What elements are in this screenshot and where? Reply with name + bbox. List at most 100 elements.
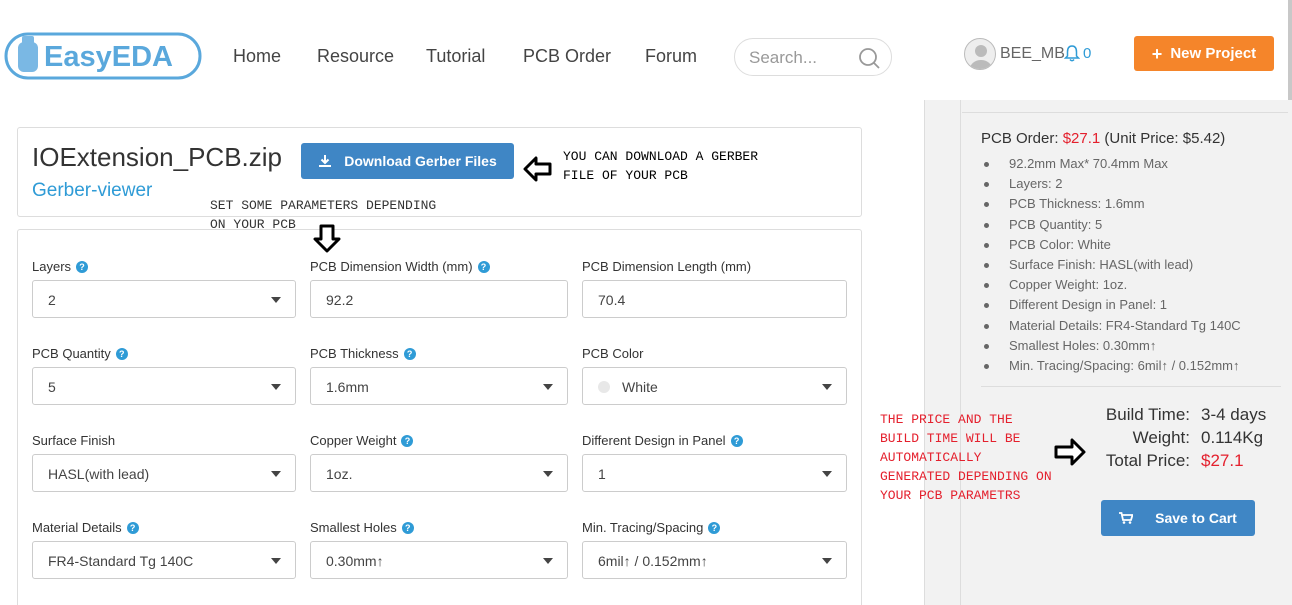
username[interactable]: BEE_MB (1000, 45, 1065, 63)
chevron-down-icon (822, 384, 832, 390)
pcb-quantity-select[interactable]: 5 (32, 367, 296, 405)
surface-finish-value: HASL(with lead) (48, 466, 150, 482)
pcb-thickness-value: 1.6mm (326, 379, 369, 395)
different-design-in-panel-label-text: Different Design in Panel (582, 433, 726, 448)
chevron-down-icon (543, 384, 553, 390)
annotation-price-line: AUTOMATICALLY (880, 450, 982, 465)
min-tracing-spacing-value: 6mil↑ / 0.152mm↑ (598, 553, 708, 569)
material-details-select[interactable]: FR4-Standard Tg 140C (32, 541, 296, 579)
min-tracing-spacing-label: Min. Tracing/Spacing? (582, 520, 721, 535)
download-icon (319, 155, 332, 167)
spec-item: Surface Finish: HASL(with lead) (981, 255, 1281, 275)
new-project-button[interactable]: + New Project (1134, 36, 1274, 71)
plus-icon: + (1151, 43, 1163, 64)
min-tracing-spacing-select[interactable]: 6mil↑ / 0.152mm↑ (582, 541, 847, 579)
avatar[interactable] (964, 38, 996, 70)
help-icon[interactable]: ? (115, 347, 128, 360)
weight-label: Weight: (1132, 428, 1190, 447)
chevron-down-icon (271, 471, 281, 477)
spec-item: Min. Tracing/Spacing: 6mil↑ / 0.152mm↑ (981, 356, 1281, 376)
spec-item: Material Details: FR4-Standard Tg 140C (981, 316, 1281, 336)
chevron-down-icon (543, 558, 553, 564)
pcb-quantity-label-text: PCB Quantity (32, 346, 111, 361)
copper-weight-select[interactable]: 1oz. (310, 454, 568, 492)
chevron-down-icon (271, 558, 281, 564)
order-price: $27.1 (1062, 130, 1101, 147)
spec-list: 92.2mm Max* 70.4mm Max Layers: 2 PCB Thick… (981, 154, 1281, 376)
smallest-holes-value: 0.30mm↑ (326, 553, 384, 569)
layers-select[interactable]: 2 (32, 280, 296, 318)
surface-finish-select[interactable]: HASL(with lead) (32, 454, 296, 492)
pcb-dimension-width-mm-input[interactable]: 92.2 (310, 280, 568, 318)
chevron-down-icon (822, 471, 832, 477)
help-icon[interactable]: ? (403, 347, 416, 360)
pcb-quantity-value: 5 (48, 379, 56, 395)
build-time-label: Build Time: (1105, 405, 1190, 424)
file-title: IOExtension_PCB.zip (32, 142, 283, 172)
build-time-value: 3-4 days (1201, 405, 1267, 424)
help-icon[interactable]: ? (730, 434, 743, 447)
pcb-dimension-length-mm-input[interactable]: 70.4 (582, 280, 847, 318)
help-icon[interactable]: ? (126, 521, 139, 534)
scrollbar[interactable] (1288, 0, 1292, 100)
pcb-thickness-label: PCB Thickness? (310, 346, 416, 361)
pcb-thickness-select[interactable]: 1.6mm (310, 367, 568, 405)
color-swatch (598, 381, 610, 393)
nav-home[interactable]: Home (233, 46, 281, 67)
spec-item: 92.2mm Max* 70.4mm Max (981, 154, 1281, 174)
easyeda-logo[interactable]: EasyEDA (4, 28, 204, 84)
annotation-params-line1: SET SOME PARAMETERS DEPENDING (210, 198, 437, 213)
notification-count[interactable]: 0 (1083, 45, 1091, 62)
different-design-in-panel-select[interactable]: 1 (582, 454, 847, 492)
save-to-cart-label: Save to Cart (1155, 510, 1237, 526)
gerber-viewer-link[interactable]: Gerber-viewer (32, 180, 152, 202)
nav-forum[interactable]: Forum (645, 46, 697, 67)
pcb-dimension-length-mm-value: 70.4 (598, 292, 626, 308)
help-icon[interactable]: ? (401, 434, 414, 447)
pcb-thickness-label-text: PCB Thickness (310, 346, 399, 361)
copper-weight-label: Copper Weight? (310, 433, 414, 448)
new-project-label: New Project (1170, 45, 1257, 62)
annotation-download-line2: FILE OF YOUR PCB (563, 168, 688, 183)
different-design-in-panel-label: Different Design in Panel? (582, 433, 743, 448)
nav-tutorial[interactable]: Tutorial (426, 46, 485, 67)
pcb-color-label-text: PCB Color (582, 346, 644, 361)
spec-item: PCB Color: White (981, 235, 1281, 255)
order-title: PCB Order: $27.1 (Unit Price: $5.42) (981, 130, 1226, 147)
different-design-in-panel-value: 1 (598, 466, 606, 482)
help-icon[interactable]: ? (76, 260, 89, 273)
arrow-down-icon (313, 224, 341, 253)
pcb-color-select[interactable]: White (582, 367, 847, 405)
spec-item: Copper Weight: 1oz. (981, 275, 1281, 295)
download-gerber-button[interactable]: Download Gerber Files (301, 143, 514, 179)
unit-price: (Unit Price: $5.42) (1104, 130, 1226, 147)
pcb-color-label: PCB Color (582, 346, 643, 361)
save-to-cart-button[interactable]: Save to Cart (1101, 500, 1255, 536)
help-icon[interactable]: ? (477, 260, 490, 273)
nav-resource[interactable]: Resource (317, 46, 394, 67)
chevron-down-icon (822, 558, 832, 564)
smallest-holes-label-text: Smallest Holes (310, 520, 397, 535)
nav-pcb-order[interactable]: PCB Order (523, 46, 611, 67)
material-details-value: FR4-Standard Tg 140C (48, 553, 194, 569)
download-label: Download Gerber Files (344, 153, 497, 169)
annotation-download-line1: YOU CAN DOWNLOAD A GERBER (563, 149, 759, 164)
layers-value: 2 (48, 292, 56, 308)
help-icon[interactable]: ? (708, 521, 721, 534)
search-input[interactable] (749, 47, 859, 69)
bell-icon[interactable] (1064, 45, 1080, 62)
layers-label-text: Layers (32, 259, 72, 274)
search-icon[interactable] (857, 46, 881, 70)
total-price-value: $27.1 (1201, 451, 1244, 470)
spec-item: PCB Thickness: 1.6mm (981, 194, 1281, 214)
help-icon[interactable]: ? (401, 521, 414, 534)
annotation-params-line2: ON YOUR PCB (210, 217, 296, 232)
smallest-holes-select[interactable]: 0.30mm↑ (310, 541, 568, 579)
divider (981, 386, 1281, 387)
pcb-dimension-length-mm-label-text: PCB Dimension Length (mm) (582, 259, 752, 274)
spec-item: PCB Quantity: 5 (981, 215, 1281, 235)
chevron-down-icon (543, 471, 553, 477)
arrow-right-icon (1054, 438, 1086, 466)
min-tracing-spacing-label-text: Min. Tracing/Spacing (582, 520, 704, 535)
annotation-price-line: YOUR PCB PARAMETRS (880, 488, 1021, 503)
